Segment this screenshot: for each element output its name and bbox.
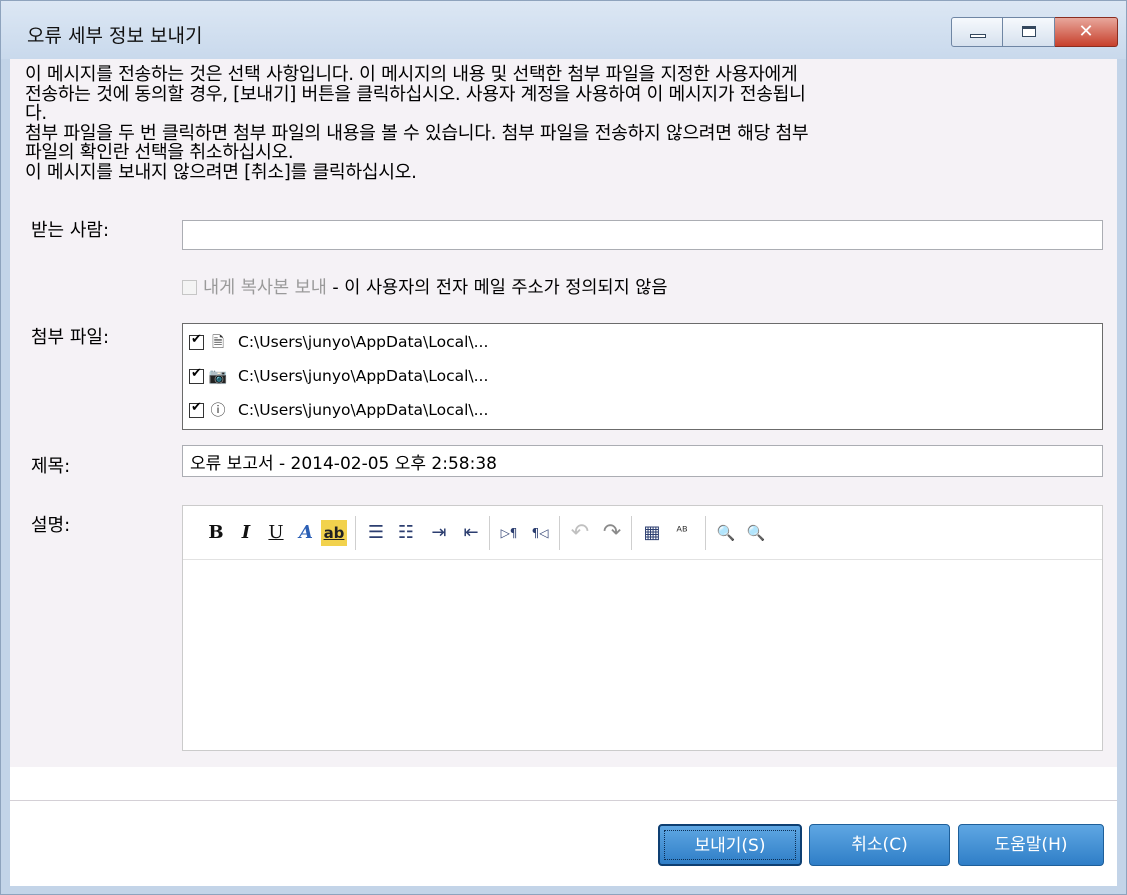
intro-line: 다. [25,103,47,124]
intro-line: 파일의 확인란 선택을 취소하십시오. [25,142,294,163]
window-title: 오류 세부 정보 보내기 [27,25,203,47]
title-bar[interactable]: 오류 세부 정보 보내기 ✕ [1,1,1126,59]
send-copy-checkbox[interactable] [182,280,197,295]
attachment-path: C:\Users\junyo\AppData\Local\... [238,333,489,351]
intro-message: 이 메시지를 전송하는 것은 선택 사항입니다. 이 메시지의 내용 및 선택한… [25,65,1115,182]
left-to-right-button[interactable]: ▷¶ [496,520,522,546]
intro-line: 첨부 파일을 두 번 클릭하면 첨부 파일의 내용을 볼 수 있습니다. 첨부 … [25,122,809,144]
zoom-in-button[interactable]: 🔍 [743,520,769,546]
send-error-details-dialog: 오류 세부 정보 보내기 ✕ 이 메시지를 전송하는 것은 선택 사항입니다. … [0,0,1127,895]
status-band [10,767,1117,800]
italic-button[interactable]: I [233,520,259,546]
cancel-button-label: 취소(C) [851,835,908,855]
send-button[interactable]: 보내기(S) [658,824,802,866]
to-label: 받는 사람: [31,220,110,241]
attachment-checkbox[interactable] [189,366,204,384]
attachment-item[interactable]: 🗎 C:\Users\junyo\AppData\Local\... [189,328,488,356]
attachment-item[interactable]: ⓘ C:\Users\junyo\AppData\Local\... [189,396,488,424]
toolbar-separator [705,516,706,550]
attachment-path: C:\Users\junyo\AppData\Local\... [238,401,489,419]
to-input[interactable] [182,220,1103,250]
font-color-button[interactable]: A [293,520,319,546]
attach-label: 첨부 파일: [31,327,110,348]
camera-icon: 📷 [208,367,228,385]
focus-ring [664,830,796,860]
description-label: 설명: [31,515,71,536]
toolbar-separator [489,516,490,550]
right-to-left-button[interactable]: ¶◁ [527,520,553,546]
intro-line: 이 메시지를 전송하는 것은 선택 사항입니다. 이 메시지의 내용 및 선택한… [25,64,798,85]
subject-input[interactable] [182,445,1103,477]
insert-table-button[interactable]: ▦ [639,520,665,546]
description-editor[interactable]: B I U A ab ☰ ☷ ⇥ ⇤ ▷¶ ¶◁ ↶ ↷ ▦ ᴬᴮ � [182,505,1103,751]
attachment-checkbox[interactable] [189,400,204,418]
underline-button[interactable]: U [263,520,289,546]
toolbar-separator [355,516,356,550]
bold-button[interactable]: B [203,520,229,546]
redo-button[interactable]: ↷ [599,520,625,546]
maximize-icon [1022,26,1036,37]
cc-note: - 이 사용자의 전자 메일 주소가 정의되지 않음 [332,278,668,298]
help-button-label: 도움말(H) [994,835,1068,855]
editor-toolbar: B I U A ab ☰ ☷ ⇥ ⇤ ▷¶ ¶◁ ↶ ↷ ▦ ᴬᴮ � [183,506,1102,560]
highlight-button[interactable]: ab [321,520,347,546]
description-textarea[interactable] [183,561,1102,750]
spell-check-button[interactable]: ᴬᴮ [669,520,695,546]
bullet-list-button[interactable]: ☰ [363,520,389,546]
close-button[interactable]: ✕ [1055,17,1118,47]
dialog-footer [10,801,1117,886]
minimize-button[interactable] [951,17,1003,47]
attachment-checkbox[interactable] [189,332,204,350]
subject-label: 제목: [31,456,71,477]
indent-button[interactable]: ⇥ [426,520,452,546]
toolbar-separator [631,516,632,550]
intro-line: 이 메시지를 보내지 않으려면 [취소]를 클릭하십시오. [25,161,417,183]
zoom-out-button[interactable]: 🔍 [713,520,739,546]
maximize-button[interactable] [1003,17,1055,47]
numbered-list-button[interactable]: ☷ [393,520,419,546]
attachment-item[interactable]: 📷 C:\Users\junyo\AppData\Local\... [189,362,488,390]
dialog-body: 이 메시지를 전송하는 것은 선택 사항입니다. 이 메시지의 내용 및 선택한… [10,59,1117,886]
outdent-button[interactable]: ⇤ [458,520,484,546]
document-icon: 🗎 [211,333,225,351]
cancel-button[interactable]: 취소(C) [809,824,950,866]
help-button[interactable]: 도움말(H) [958,824,1104,866]
cc-row: 내게 복사본 보내 - 이 사용자의 전자 메일 주소가 정의되지 않음 [182,274,667,299]
undo-button[interactable]: ↶ [567,520,593,546]
attachment-list[interactable]: 🗎 C:\Users\junyo\AppData\Local\... 📷 C:\… [182,323,1103,430]
intro-line: 전송하는 것에 동의할 경우, [보내기] 버튼을 클릭하십시오. 사용자 계정… [25,83,806,105]
attachment-path: C:\Users\junyo\AppData\Local\... [238,367,489,385]
minimize-icon [970,34,986,38]
info-icon: ⓘ [210,401,226,419]
toolbar-separator [559,516,560,550]
close-icon: ✕ [1078,21,1094,42]
send-copy-label: 내게 복사본 보내 [203,278,327,298]
